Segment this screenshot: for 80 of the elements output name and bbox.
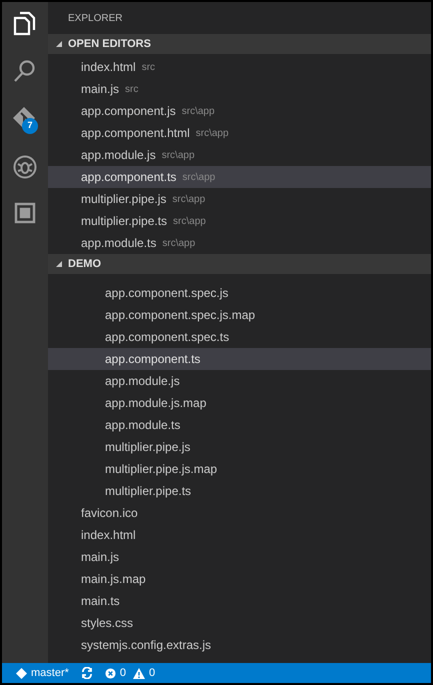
file-item[interactable]: multiplier.pipe.ts src\app [48,210,431,232]
file-item[interactable]: app.component.spec.js [48,282,431,304]
file-item[interactable]: index.html [48,524,431,546]
sidebar-title: EXPLORER [67,12,124,26]
file-path: src\app [173,214,206,228]
file-name: app.module.ts [105,417,180,434]
file-name: favicon.ico [81,505,138,522]
problems-button[interactable]: 0 0 [104,664,156,682]
file-name: index.html [81,59,136,76]
file-item[interactable]: styles.css [48,612,431,634]
sync-icon[interactable] [80,667,93,679]
file-item[interactable]: main.js src [48,78,431,100]
caret-icon [56,261,62,267]
search-icon[interactable] [13,59,37,83]
file-item[interactable]: app.component.ts [48,348,431,370]
file-path: src\app [162,236,196,250]
file-name: app.component.ts [81,169,176,186]
file-item[interactable]: systemjs.config.extras.js [48,634,431,656]
file-name: styles.css [81,615,134,632]
file-name: app.component.html [81,125,190,142]
file-item[interactable]: app.component.js src\app [48,100,431,122]
file-item[interactable]: favicon.ico [48,502,431,524]
file-path: src\app [182,170,216,184]
file-name: app.component.js [81,103,176,120]
source-control-button[interactable]: 7 [12,106,38,132]
warning-icon [133,668,146,678]
file-name: app.component.spec.ts [105,329,230,346]
file-item[interactable]: main.js [48,546,431,568]
file-item[interactable]: app.module.js src\app [48,144,431,166]
file-name: multiplier.pipe.ts [81,213,168,230]
section-title: DEMO [68,256,101,272]
section-title: OPEN EDITORS [68,36,151,52]
file-name: main.js.map [81,571,146,588]
file-path: src\app [162,148,195,162]
section-header[interactable]: OPEN EDITORS [48,34,431,54]
file-item[interactable]: app.module.ts [48,414,431,436]
file-name: app.module.js.map [105,395,206,412]
file-name: app.module.js [81,147,156,164]
file-name: main.ts [81,593,120,610]
file-name: app.module.ts [81,235,156,252]
file-name: multiplier.pipe.ts [105,483,192,500]
file-item[interactable]: app.component.html src\app [48,122,431,144]
file-item[interactable]: app.component.spec.js.map [48,304,431,326]
git-icon [16,668,27,678]
file-item[interactable]: multiplier.pipe.js [48,436,431,458]
notification-badge: 7 [22,118,38,134]
file-path: src\app [196,126,229,140]
file-item[interactable]: app.module.js.map [48,392,431,414]
file-item[interactable]: app.module.ts src\app [48,232,431,254]
file-path: src\app [182,104,215,118]
file-name: multiplier.pipe.js [105,439,190,456]
file-item[interactable]: app.component.ts src\app [48,166,431,188]
file-name: app.component.ts [105,351,200,368]
file-name: multiplier.pipe.js.map [105,461,218,478]
branch-button[interactable]: master* [16,664,69,682]
section-header[interactable]: DEMO [48,254,431,274]
file-item[interactable]: multiplier.pipe.js src\app [48,188,431,210]
file-name: multiplier.pipe.js [81,191,166,208]
error-icon [104,668,116,678]
file-path: src [142,60,156,74]
file-name: main.js [81,81,120,98]
bug-icon[interactable] [13,155,37,179]
file-item[interactable]: multiplier.pipe.ts [48,480,431,502]
file-name: main.js [81,549,120,566]
file-item[interactable]: app.module.js [48,370,431,392]
file-name: systemjs.config.extras.js [81,637,212,654]
file-item[interactable]: app.component.spec.ts [48,326,431,348]
caret-icon [56,41,62,47]
file-item[interactable]: main.js.map [48,568,431,590]
file-name: app.module.js [105,373,180,390]
file-name: index.html [81,527,136,544]
files-icon[interactable] [13,10,37,36]
file-name: app.component.spec.js [105,285,228,302]
file-item[interactable]: multiplier.pipe.js.map [48,458,431,480]
file-path: src [125,82,138,96]
file-name: app.component.spec.js.map [105,307,256,324]
file-path: src\app [172,192,206,206]
extensions-icon[interactable] [14,202,36,224]
file-item[interactable]: index.html src [48,56,431,78]
file-item[interactable]: main.ts [48,590,431,612]
